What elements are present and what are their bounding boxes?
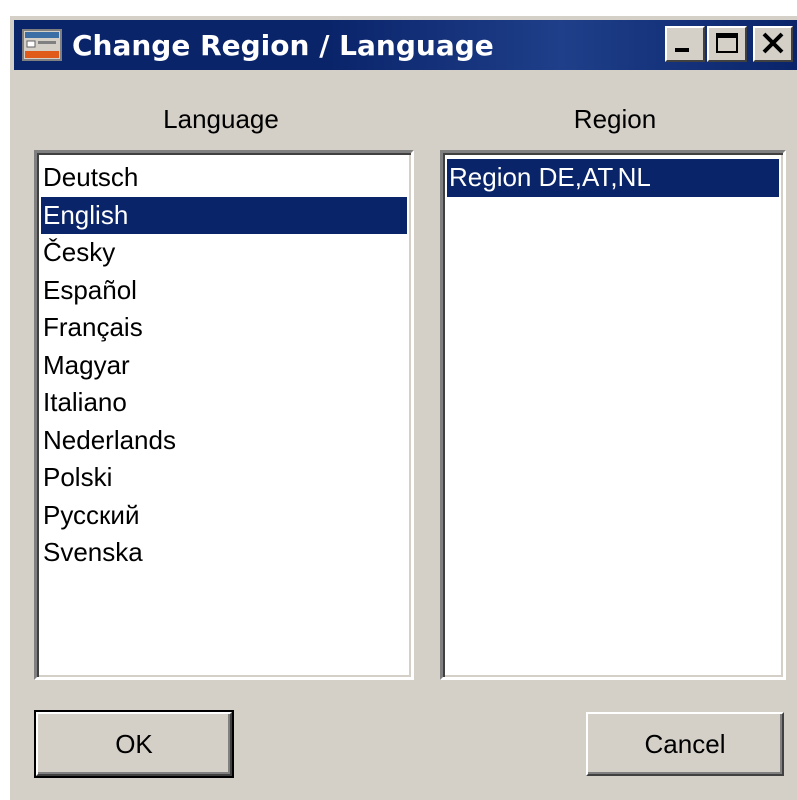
close-button[interactable] [753,26,793,62]
title-bar[interactable]: Change Region / Language [14,20,797,70]
language-list-item[interactable]: Español [41,272,407,310]
language-list-item[interactable]: Polski [41,459,407,497]
app-window-icon [22,29,62,61]
dialog-window: Change Region / Language Language Region… [8,14,797,800]
region-list-item[interactable]: Region DE,AT,NL [447,159,779,197]
region-label: Region [573,104,657,134]
language-list-item[interactable]: Svenska [41,534,407,572]
language-list-item[interactable]: Magyar [41,347,407,385]
language-listbox[interactable]: Deutsch English Česky Español Français Magyar… [34,150,414,680]
region-listbox[interactable]: Region DE,AT,NL [440,150,786,680]
language-list-item[interactable]: Français [41,309,407,347]
language-list-item[interactable]: Deutsch [41,159,407,197]
language-list-item[interactable]: Русский [41,497,407,535]
ok-button[interactable]: OK [34,710,234,778]
language-list-item[interactable]: English [41,196,407,234]
language-label: Language [163,104,279,134]
language-list-item[interactable]: Italiano [41,384,407,422]
maximize-button[interactable] [707,26,747,62]
window-title: Change Region / Language [72,28,494,62]
language-list-item[interactable]: Nederlands [41,422,407,460]
title-buttons [663,26,793,62]
language-list-item[interactable]: Česky [41,234,407,272]
region-list: Region DE,AT,NL [447,159,779,197]
language-list: Deutsch English Česky Español Français Magyar… [41,159,407,572]
minimize-button[interactable] [665,26,705,62]
cancel-button[interactable]: Cancel [586,712,784,776]
